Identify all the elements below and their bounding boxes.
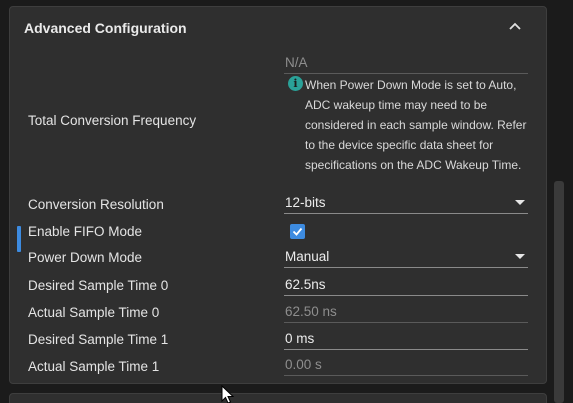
desired-sample-time-1-label: Desired Sample Time 1 [28, 332, 169, 347]
advanced-configuration-panel: Advanced Configuration Total Conversion … [9, 6, 547, 384]
panel-title: Advanced Configuration [24, 20, 187, 36]
actual-sample-time-1-field: 0.00 s [284, 354, 528, 376]
panel-header[interactable]: Advanced Configuration [10, 7, 546, 47]
conversion-resolution-select[interactable]: 12-bits [284, 192, 528, 214]
info-icon: i [288, 76, 303, 91]
conversion-resolution-value: 12-bits [285, 195, 326, 210]
desired-sample-time-0-label: Desired Sample Time 0 [28, 278, 169, 293]
total-conversion-frequency-field: N/A [284, 52, 528, 74]
checkmark-icon [292, 227, 303, 236]
desired-sample-time-0-input[interactable]: 62.5ns [284, 274, 528, 296]
enable-fifo-mode-label: Enable FIFO Mode [28, 224, 143, 239]
chevron-up-icon[interactable] [508, 19, 522, 31]
actual-sample-time-0-value: 62.50 ns [285, 304, 337, 319]
caret-down-icon [515, 200, 525, 205]
power-down-mode-select[interactable]: Manual [284, 246, 528, 268]
next-panel[interactable] [9, 393, 547, 403]
actual-sample-time-0-label: Actual Sample Time 0 [28, 305, 160, 320]
info-text: When Power Down Mode is set to Auto, ADC… [305, 78, 527, 172]
total-conversion-frequency-value: N/A [285, 55, 308, 70]
power-down-mode-value: Manual [285, 249, 330, 264]
total-conversion-frequency-label: Total Conversion Frequency [28, 113, 197, 128]
actual-sample-time-0-field: 62.50 ns [284, 301, 528, 323]
mouse-cursor-icon [221, 384, 235, 403]
actual-sample-time-1-value: 0.00 s [285, 357, 322, 372]
enable-fifo-mode-checkbox[interactable] [290, 224, 305, 239]
scrollbar-thumb[interactable] [554, 181, 564, 403]
caret-down-icon [515, 254, 525, 259]
desired-sample-time-1-value: 0 ms [285, 331, 315, 346]
power-down-mode-label: Power Down Mode [28, 250, 143, 265]
active-row-indicator [17, 226, 21, 252]
desired-sample-time-1-input[interactable]: 0 ms [284, 328, 528, 350]
desired-sample-time-0-value: 62.5ns [285, 277, 326, 292]
actual-sample-time-1-label: Actual Sample Time 1 [28, 359, 160, 374]
conversion-resolution-label: Conversion Resolution [28, 197, 164, 212]
